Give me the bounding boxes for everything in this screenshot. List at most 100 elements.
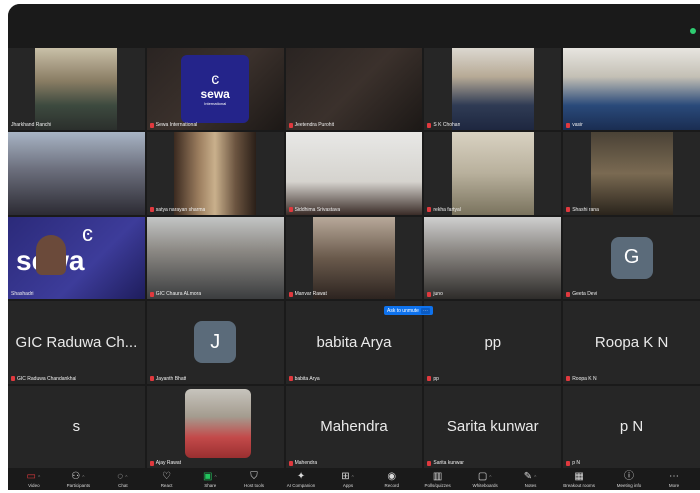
participant-video xyxy=(285,48,423,131)
participant-name: satya narayan sharma xyxy=(149,207,205,213)
participant-video xyxy=(174,132,257,215)
participant-tile[interactable]: p N p N xyxy=(563,385,700,468)
participant-tile[interactable]: Sarita kunwar Sarita kunwar xyxy=(424,385,562,468)
video-button[interactable]: ▭⌃ Video xyxy=(23,471,45,488)
participant-name: Jayanth Bhatt xyxy=(149,376,186,382)
polls-quizzes-button[interactable]: ▥ Polls/quizzes xyxy=(425,471,451,488)
breakout-rooms-button[interactable]: ▦ Breakout rooms xyxy=(563,471,595,488)
participant-tile[interactable]: ͼ sewa International Sewa International xyxy=(146,48,284,131)
mic-muted-icon xyxy=(427,122,432,128)
participant-display-name: p N xyxy=(619,418,644,436)
participant-tile[interactable]: GIC Chaura ALmora xyxy=(146,216,284,300)
participant-tile[interactable]: pp pp xyxy=(424,301,562,384)
react-icon: ♡ xyxy=(162,470,172,482)
participant-name: Sewa International xyxy=(149,122,197,128)
participant-tile[interactable]: GIC Raduwa Ch... GIC Raduwa Chandankhal xyxy=(8,301,145,384)
share-icon: ▣⌃ xyxy=(202,470,218,482)
more-options-icon[interactable]: ⋯ xyxy=(420,307,430,314)
participant-tile[interactable]: Jeetendra Purohit xyxy=(285,48,423,131)
mic-muted-icon xyxy=(149,122,154,128)
participant-tile[interactable]: Roopa K N Roopa K N xyxy=(563,301,700,384)
mic-muted-icon xyxy=(427,207,432,213)
whiteboards-button[interactable]: ▢⌃ Whiteboards xyxy=(473,471,498,488)
participant-tile[interactable]: Siddhima Srivastava xyxy=(285,132,423,215)
gallery-grid: Jharkhand Ranchi ͼ sewa International Se… xyxy=(8,48,700,468)
participant-name: Jharkhand Ranchi xyxy=(11,122,52,129)
mic-muted-icon xyxy=(149,291,154,297)
mic-muted-icon xyxy=(566,376,571,382)
more-button[interactable]: ⋯ More xyxy=(663,471,685,488)
participant-display-name: Roopa K N xyxy=(594,333,669,351)
mic-muted-icon xyxy=(288,207,293,213)
ask-to-unmute-button[interactable]: Ask to unmute ⋯ xyxy=(384,306,433,315)
sewa-international-logo: ͼ sewa International xyxy=(181,55,250,124)
share-button[interactable]: ▣⌃ Share xyxy=(199,471,221,488)
mic-muted-icon xyxy=(149,376,154,382)
participant-tile[interactable]: S K Chohan xyxy=(424,48,562,131)
speaker-face xyxy=(36,234,66,275)
participant-tile[interactable]: Shashi rana xyxy=(563,132,700,215)
chat-icon: ◌⌃ xyxy=(117,470,129,482)
chat-button[interactable]: ◌⌃ Chat xyxy=(112,471,134,488)
participant-avatar: J xyxy=(194,321,237,364)
participant-name: Siddhima Srivastava xyxy=(288,207,340,213)
apps-icon: ⊞⌃ xyxy=(341,470,355,482)
mic-muted-icon xyxy=(566,207,571,213)
participant-display-name: Mahendra xyxy=(320,418,388,436)
record-button[interactable]: ◉ Record xyxy=(381,471,403,488)
participant-name: Mahendra xyxy=(288,460,317,466)
participant-name: GIC Raduwa Chandankhal xyxy=(11,376,76,382)
notes-button[interactable]: ✎⌃ Notes xyxy=(520,471,542,488)
participant-name: juno xyxy=(427,291,443,297)
participant-name: pp xyxy=(427,376,439,382)
mic-muted-icon xyxy=(566,122,571,128)
participant-tile[interactable]: s xyxy=(8,385,145,468)
host-tools-button[interactable]: ⛉ Host tools xyxy=(243,471,265,488)
ai-companion-icon: ✦ xyxy=(296,470,306,482)
notes-icon: ✎⌃ xyxy=(523,470,538,482)
participant-name: vasir xyxy=(566,122,583,128)
participant-video xyxy=(285,132,423,215)
participant-tile[interactable]: J Jayanth Bhatt xyxy=(146,301,284,384)
whiteboards-icon: ▢⌃ xyxy=(477,470,493,482)
participant-video xyxy=(590,132,673,215)
mic-muted-icon xyxy=(427,460,432,466)
participant-video xyxy=(146,216,284,300)
participant-tile[interactable]: rekha fartyal xyxy=(424,132,562,215)
mic-muted-icon xyxy=(566,291,571,297)
apps-button[interactable]: ⊞⌃ Apps xyxy=(337,471,359,488)
mic-muted-icon xyxy=(288,376,293,382)
participant-tile[interactable]: Jharkhand Ranchi xyxy=(8,48,145,131)
participant-name: Shashi rana xyxy=(566,207,599,213)
participant-tile[interactable]: ͼ sewa Shashadri xyxy=(8,216,145,300)
participant-name: rekha fartyal xyxy=(427,207,461,213)
mic-muted-icon xyxy=(149,207,154,213)
mic-muted-icon xyxy=(288,460,293,466)
mic-muted-icon xyxy=(288,291,293,297)
participant-display-name: s xyxy=(72,418,81,436)
meeting-info-button[interactable]: ⓘ Meeting info xyxy=(617,471,642,488)
participant-tile[interactable]: Mahendra Mahendra xyxy=(285,385,423,468)
ai-companion-button[interactable]: ✦ AI Companion xyxy=(287,471,316,488)
react-button[interactable]: ♡ React xyxy=(156,471,178,488)
participant-tile[interactable]: vasir xyxy=(563,48,700,131)
participant-video xyxy=(451,132,534,215)
participant-name: Ajay Rawat xyxy=(149,460,181,466)
mic-muted-icon xyxy=(149,460,154,466)
participant-display-name: GIC Raduwa Ch... xyxy=(15,333,138,351)
participant-tile[interactable]: juno xyxy=(424,216,562,300)
participant-name: Roopa K N xyxy=(566,376,597,382)
participant-video xyxy=(563,48,700,131)
participant-tile[interactable]: G Geeta Devi xyxy=(563,216,700,300)
participant-tile[interactable]: Ajay Rawat xyxy=(146,385,284,468)
sewa-swoosh-icon: ͼ xyxy=(82,220,93,246)
participant-tile[interactable]: satya narayan sharma xyxy=(146,132,284,215)
breakout-rooms-icon: ▦ xyxy=(574,470,584,482)
participant-tile[interactable] xyxy=(8,132,145,215)
participant-tile[interactable]: Manvar Rawat xyxy=(285,216,423,300)
participants-button[interactable]: ⚇⌃ Participants xyxy=(67,471,91,488)
top-bar xyxy=(8,4,700,48)
participant-name: Sarita kunwar xyxy=(427,460,464,466)
host-tools-icon: ⛉ xyxy=(250,470,258,482)
video-off-icon: ▭⌃ xyxy=(26,470,42,482)
